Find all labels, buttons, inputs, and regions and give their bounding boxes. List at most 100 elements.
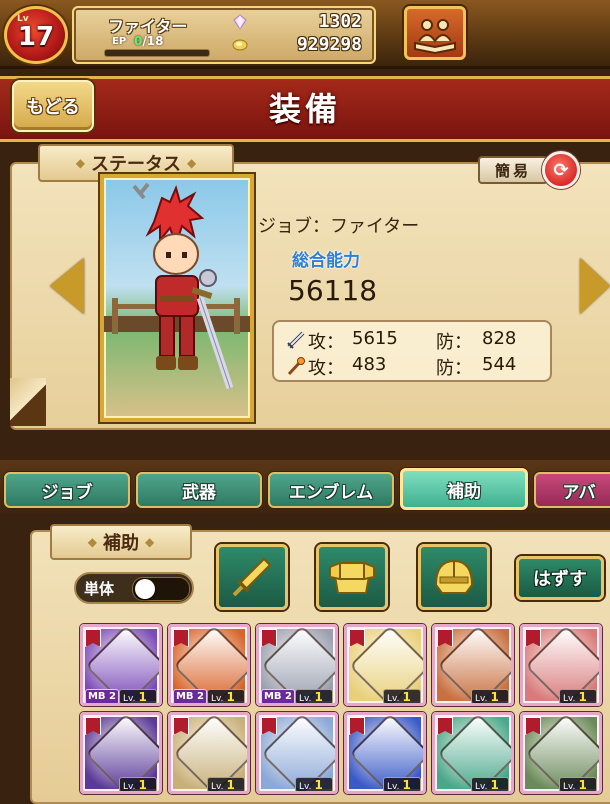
parchment-curl [10,378,46,426]
toggle-knob [135,579,155,599]
sword-filter-icon [232,557,272,597]
equipment-item-card[interactable]: Lv. 1 [256,712,338,794]
level-badge: Lv 17 [4,6,68,64]
equipment-item-card[interactable]: MB 2 Lv. 1 [168,624,250,706]
guild-menu-button[interactable] [404,6,466,60]
stats-box: 攻： 5615 防： 828 攻： 483 防： 544 [272,320,552,382]
refresh-icon[interactable]: ⟳ [542,151,580,189]
equipment-item-card[interactable]: Lv. 1 [344,624,426,706]
back-button[interactable]: もどる [12,80,94,132]
coin-count: 929298 [296,34,362,55]
job-line: ジョブ：ファイター [258,216,420,237]
tab-weapon[interactable]: 武器 [136,472,262,508]
item-rarity-flag-icon [525,717,541,735]
mb-badge: MB 2 [173,689,207,703]
item-level-badge: Lv. 1 [559,777,597,791]
tab-job[interactable]: ジョブ [4,472,130,508]
equipment-item-card[interactable]: Lv. 1 [168,712,250,794]
equipment-item-card[interactable]: MB 2 Lv. 1 [80,624,162,706]
physical-defense-value: 828 [482,328,517,349]
physical-attack-value: 5615 [352,328,398,349]
item-level-badge: Lv. 1 [383,777,421,791]
single-toggle-group: 単体 [74,572,194,604]
ep-label: EP [112,36,127,47]
equipment-item-card[interactable]: Lv. 1 [344,712,426,794]
total-power-value: 56118 [288,274,378,307]
equipment-item-card[interactable]: Lv. 1 [520,712,602,794]
helmet-filter-button[interactable] [418,544,490,610]
item-level-badge: Lv. 1 [383,689,421,703]
attack-label: 攻： [308,332,344,353]
item-rarity-flag-icon [261,629,277,647]
diamond-icon: ◆ [145,535,155,549]
support-section-title: 補助 [103,533,139,554]
armor-filter-icon [329,561,375,594]
item-rarity-flag-icon [437,629,453,647]
item-rarity-flag-icon [437,717,453,735]
tab-emblem[interactable]: エンブレム [268,472,394,508]
total-power-label: 総合能力 [292,251,360,271]
ep-value: 0/18 [134,34,163,48]
defense-label: 防： [436,332,472,353]
mb-badge: MB 2 [261,689,295,703]
item-level-badge: Lv. 1 [471,777,509,791]
item-rarity-flag-icon [261,717,277,735]
item-rarity-flag-icon [173,629,189,647]
equipment-item-card[interactable]: MB 2 Lv. 1 [256,624,338,706]
physical-stat-row: 攻： 5615 防： 828 [286,328,546,353]
prev-character-arrow[interactable] [50,258,84,314]
diamond-icon: ◆ [187,156,197,170]
gem-count: 1302 [318,11,362,32]
mb-badge: MB 2 [85,689,119,703]
staff-icon [287,357,305,376]
item-level-badge: Lv. 1 [207,777,245,791]
ep-progress-bar [104,49,210,57]
equipment-item-card[interactable]: Lv. 1 [432,624,514,706]
helmet-filter-icon [434,559,474,594]
next-character-arrow[interactable] [580,258,610,314]
ep-max: /18 [142,34,164,48]
item-level-badge: Lv. 1 [295,689,333,703]
page-title: 装備 [268,90,341,128]
book-people-icon [414,19,456,55]
item-rarity-flag-icon [85,717,101,735]
character-portrait [100,174,254,422]
gem-icon [233,14,247,30]
tab-avatar[interactable]: アバ [534,472,610,508]
item-level-badge: Lv. 1 [119,777,157,791]
sword-filter-button[interactable] [216,544,288,610]
item-rarity-flag-icon [525,629,541,647]
diamond-icon: ◆ [75,156,85,170]
support-section-header: ◆ 補助 ◆ [50,524,192,560]
item-level-badge: Lv. 1 [119,689,157,703]
defense-label: 防： [436,358,472,379]
item-level-badge: Lv. 1 [207,689,245,703]
equipment-item-card[interactable]: Lv. 1 [520,624,602,706]
sword-icon [287,331,305,349]
coin-icon [232,39,248,51]
fighter-character-art [104,182,250,390]
item-rarity-flag-icon [85,629,101,647]
unequip-button[interactable]: はずす [516,556,604,600]
single-label: 単体 [84,580,115,598]
single-toggle[interactable] [132,577,190,601]
item-level-badge: Lv. 1 [471,689,509,703]
equipment-item-card[interactable]: Lv. 1 [80,712,162,794]
magic-stat-row: 攻： 483 防： 544 [286,354,546,379]
magic-defense-value: 544 [482,354,517,375]
attack-label: 攻： [308,358,344,379]
status-section-title: ステータス [91,154,181,175]
equipment-item-card[interactable]: Lv. 1 [432,712,514,794]
player-status-panel: ファイター EP 0/18 1302 929298 [72,6,376,64]
item-level-badge: Lv. 1 [559,689,597,703]
item-rarity-flag-icon [173,717,189,735]
armor-filter-button[interactable] [316,544,388,610]
simple-view-label[interactable]: 簡易 [478,156,548,184]
item-level-badge: Lv. 1 [295,777,333,791]
level-value: 17 [17,22,55,52]
tab-support[interactable]: 補助 [400,468,528,510]
magic-attack-value: 483 [352,354,387,375]
diamond-icon: ◆ [87,535,97,549]
item-rarity-flag-icon [349,717,365,735]
item-rarity-flag-icon [349,629,365,647]
